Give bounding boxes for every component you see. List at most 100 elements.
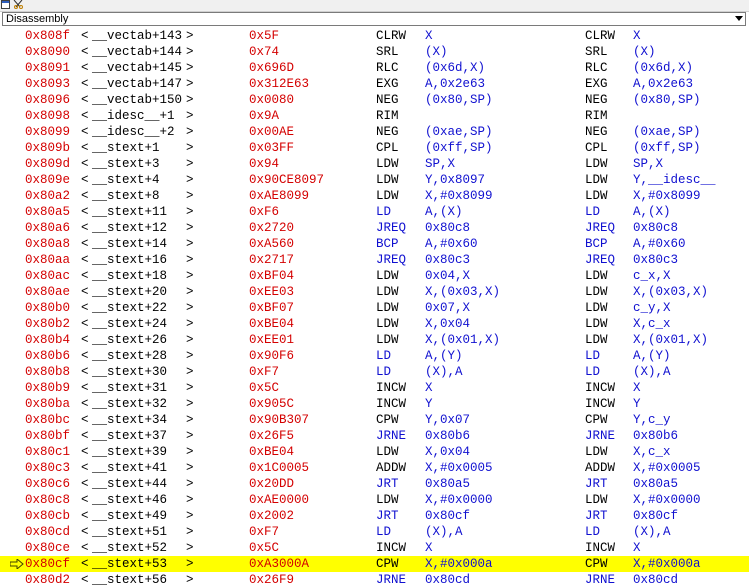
mnemonic-symbolic: LD	[585, 349, 601, 363]
instruction-row[interactable]: 0x80c3 < __stext+41 >0x1C0005 ADDW X,#0x0005 A…	[0, 460, 749, 476]
instruction-row[interactable]: 0x80b9 < __stext+31 >0x5C INCW X INCW X	[0, 380, 749, 396]
instruction-row[interactable]: 0x80ce < __stext+52 >0x5C INCW X INCW X	[0, 540, 749, 556]
operands: X,#0x8099	[425, 189, 493, 203]
instruction-row[interactable]: 0x809b < __stext+1 >0x03FF CPL (0xff,SP) CPL (0…	[0, 140, 749, 156]
operands-symbolic: A,(X)	[633, 205, 671, 219]
symbol-close-bracket: >	[186, 61, 194, 75]
symbol: __vectab+147	[92, 77, 183, 91]
symbol-open-bracket: <	[81, 349, 89, 363]
symbol-open-bracket: <	[81, 221, 89, 235]
instruction-row[interactable]: 0x80d2 < __stext+56 >0x26F9 JRNE 0x80cd JRNE 0x…	[0, 572, 749, 588]
instruction-row[interactable]: 0x808f < __vectab+143 >0x5F CLRW X CLRW X	[0, 28, 749, 44]
address: 0x80cf	[25, 557, 71, 571]
address: 0x80c6	[25, 477, 71, 491]
current-position-arrow-icon	[10, 559, 24, 569]
disassembly-listing[interactable]: 0x808f < __vectab+143 >0x5F CLRW X CLRW X 0x8090…	[0, 28, 749, 588]
instruction-row[interactable]: 0x8090 < __vectab+144 >0x74 SRL (X) SRL (X)	[0, 44, 749, 60]
instruction-row[interactable]: 0x80b2 < __stext+24 >0xBE04 LDW X,0x04 LDW X,c_…	[0, 316, 749, 332]
symbol: __stext+1	[92, 141, 160, 155]
operands-symbolic: c_x,X	[633, 269, 671, 283]
cut-icon[interactable]	[12, 0, 26, 9]
opcode: 0x2002	[249, 509, 295, 523]
mnemonic-symbolic: JRNE	[585, 573, 616, 587]
mnemonic: CPW	[376, 413, 399, 427]
symbol-open-bracket: <	[81, 445, 89, 459]
mnemonic-symbolic: JRNE	[585, 429, 616, 443]
symbol-open-bracket: <	[81, 93, 89, 107]
operands: Y,0x07	[425, 413, 471, 427]
symbol-open-bracket: <	[81, 45, 89, 59]
symbol: __stext+46	[92, 493, 168, 507]
instruction-row[interactable]: 0x80a6 < __stext+12 >0x2720 JREQ 0x80c8 JREQ 0x…	[0, 220, 749, 236]
chevron-down-icon[interactable]	[735, 16, 743, 21]
mnemonic: LDW	[376, 333, 399, 347]
symbol-open-bracket: <	[81, 173, 89, 187]
instruction-row[interactable]: 0x80a2 < __stext+8 >0xAE8099 LDW X,#0x8099 LDW…	[0, 188, 749, 204]
operands: A,0x2e63	[425, 77, 486, 91]
symbol: __stext+4	[92, 173, 160, 187]
address: 0x8099	[25, 125, 71, 139]
instruction-row[interactable]: 0x80ac < __stext+18 >0xBF04 LDW 0x04,X LDW c_x,…	[0, 268, 749, 284]
operands: (0x80,SP)	[425, 93, 493, 107]
symbol: __stext+22	[92, 301, 168, 315]
mnemonic: LDW	[376, 173, 399, 187]
current-instruction-row[interactable]: 0x80cf < __stext+53 >0xA3000A CPW X,#0x000a CP…	[0, 556, 749, 572]
operands-symbolic: Y	[633, 397, 641, 411]
instruction-row[interactable]: 0x80cb < __stext+49 >0x2002 JRT 0x80cf JRT 0x80…	[0, 508, 749, 524]
address: 0x80a5	[25, 205, 71, 219]
operands-symbolic: 0x80a5	[633, 477, 679, 491]
opcode: 0x00AE	[249, 125, 295, 139]
instruction-row[interactable]: 0x8099 < __idesc__+2 >0x00AE NEG (0xae,SP) NEG…	[0, 124, 749, 140]
window-icon[interactable]	[1, 0, 10, 9]
mnemonic-symbolic: CPL	[585, 141, 608, 155]
instruction-row[interactable]: 0x80a5 < __stext+11 >0xF6 LD A,(X) LD A,(X)	[0, 204, 749, 220]
instruction-row[interactable]: 0x80bf < __stext+37 >0x26F5 JRNE 0x80b6 JRNE 0x…	[0, 428, 749, 444]
address: 0x80b9	[25, 381, 71, 395]
instruction-row[interactable]: 0x80b8 < __stext+30 >0xF7 LD (X),A LD (X),A	[0, 364, 749, 380]
instruction-row[interactable]: 0x809e < __stext+4 >0x90CE8097 LDW Y,0x8097 LD…	[0, 172, 749, 188]
instruction-row[interactable]: 0x8093 < __vectab+147 >0x312E63 EXG A,0x2e63 E…	[0, 76, 749, 92]
view-selector-dropdown[interactable]: Disassembly	[2, 12, 746, 26]
instruction-row[interactable]: 0x80c6 < __stext+44 >0x20DD JRT 0x80a5 JRT 0x80…	[0, 476, 749, 492]
instruction-row[interactable]: 0x8096 < __vectab+150 >0x0080 NEG (0x80,SP) NE…	[0, 92, 749, 108]
symbol-open-bracket: <	[81, 285, 89, 299]
instruction-row[interactable]: 0x80c8 < __stext+46 >0xAE0000 LDW X,#0x0000 LD…	[0, 492, 749, 508]
opcode: 0x1C0005	[249, 461, 310, 475]
operands: A,(X)	[425, 205, 463, 219]
opcode: 0x20DD	[249, 477, 295, 491]
instruction-row[interactable]: 0x80aa < __stext+16 >0x2717 JREQ 0x80c3 JREQ 0x…	[0, 252, 749, 268]
mnemonic-symbolic: LD	[585, 365, 601, 379]
symbol-close-bracket: >	[186, 237, 194, 251]
mnemonic-symbolic: LD	[585, 205, 601, 219]
instruction-row[interactable]: 0x8091 < __vectab+145 >0x696D RLC (0x6d,X) RLC…	[0, 60, 749, 76]
instruction-row[interactable]: 0x80cd < __stext+51 >0xF7 LD (X),A LD (X),A	[0, 524, 749, 540]
operands: 0x80c8	[425, 221, 471, 235]
instruction-row[interactable]: 0x809d < __stext+3 >0x94 LDW SP,X LDW SP,X	[0, 156, 749, 172]
instruction-row[interactable]: 0x80b4 < __stext+26 >0xEE01 LDW X,(0x01,X) LDW…	[0, 332, 749, 348]
symbol-close-bracket: >	[186, 365, 194, 379]
instruction-row[interactable]: 0x80b0 < __stext+22 >0xBF07 LDW 0x07,X LDW c_y,…	[0, 300, 749, 316]
instruction-row[interactable]: 0x8098 < __idesc__+1 >0x9A RIM RIM	[0, 108, 749, 124]
operands: 0x80cd	[425, 573, 471, 587]
opcode: 0x5C	[249, 541, 280, 555]
mnemonic-symbolic: LDW	[585, 157, 608, 171]
instruction-row[interactable]: 0x80ae < __stext+20 >0xEE03 LDW X,(0x03,X) LDW…	[0, 284, 749, 300]
operands: X	[425, 541, 433, 555]
address: 0x809e	[25, 173, 71, 187]
operands: 0x80a5	[425, 477, 471, 491]
instruction-row[interactable]: 0x80ba < __stext+32 >0x905C INCW Y INCW Y	[0, 396, 749, 412]
mnemonic-symbolic: CPW	[585, 413, 608, 427]
instruction-row[interactable]: 0x80c1 < __stext+39 >0xBE04 LDW X,0x04 LDW X,c_…	[0, 444, 749, 460]
instruction-row[interactable]: 0x80a8 < __stext+14 >0xA560 BCP A,#0x60 BCP A,#…	[0, 236, 749, 252]
mnemonic: JRT	[376, 509, 399, 523]
address: 0x80c3	[25, 461, 71, 475]
mnemonic: LD	[376, 525, 392, 539]
mnemonic: NEG	[376, 93, 399, 107]
mnemonic-symbolic: JRT	[585, 477, 608, 491]
symbol-close-bracket: >	[186, 77, 194, 91]
symbol: __stext+39	[92, 445, 168, 459]
operands-symbolic: (0xff,SP)	[633, 141, 701, 155]
instruction-row[interactable]: 0x80bc < __stext+34 >0x90B307 CPW Y,0x07 CPW Y,…	[0, 412, 749, 428]
address: 0x80cb	[25, 509, 71, 523]
instruction-row[interactable]: 0x80b6 < __stext+28 >0x90F6 LD A,(Y) LD A,(Y)	[0, 348, 749, 364]
